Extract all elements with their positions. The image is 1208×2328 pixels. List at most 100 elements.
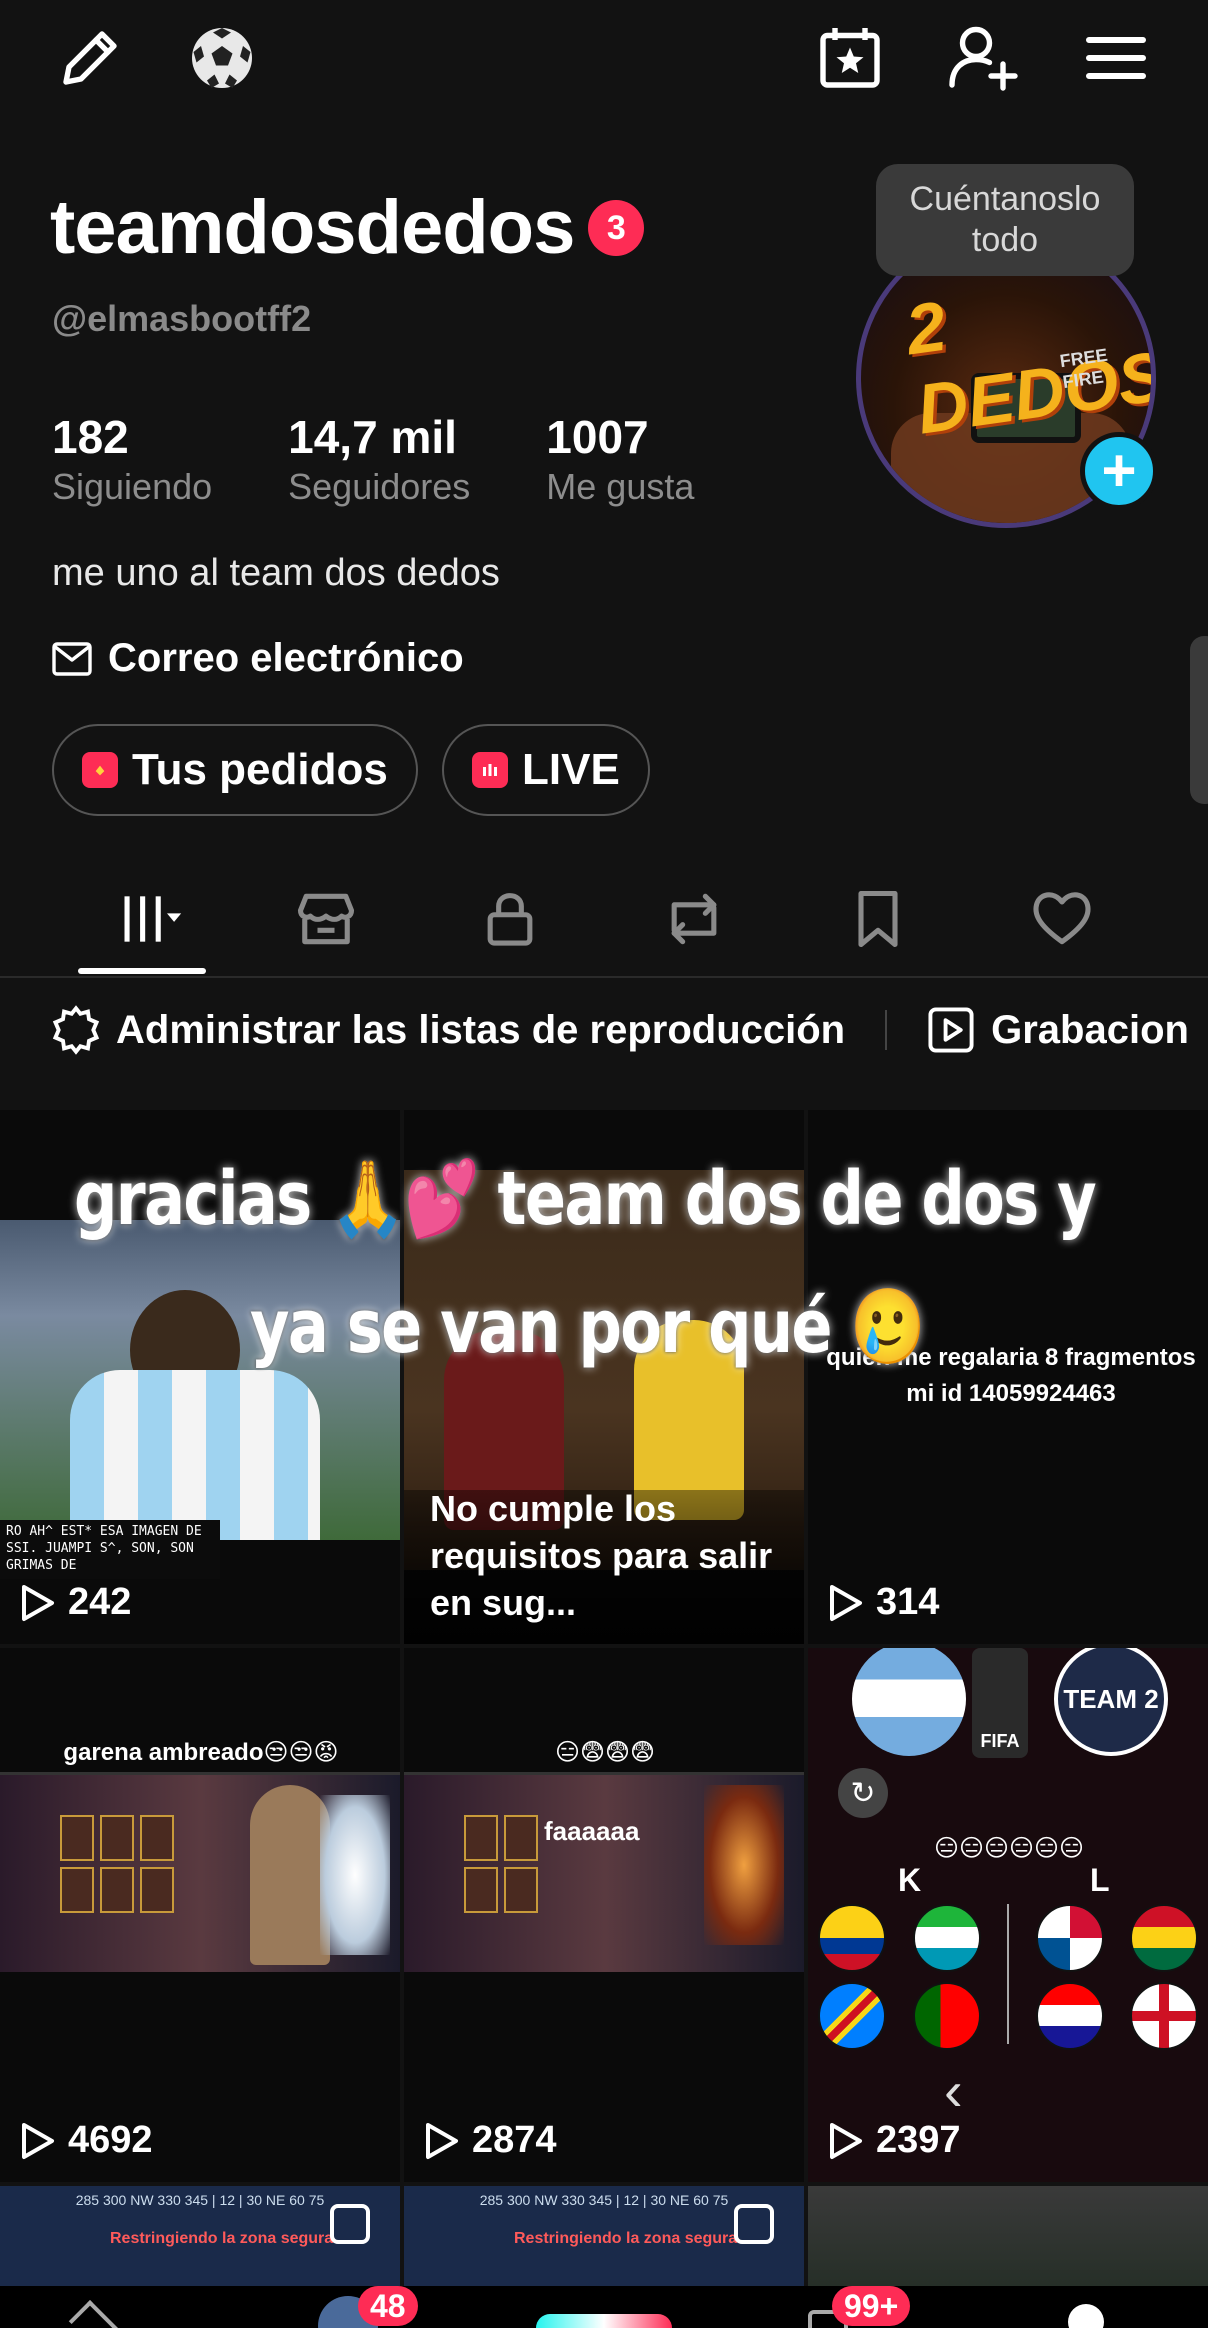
- play-icon: [22, 2122, 54, 2159]
- shop-icon: [297, 893, 355, 945]
- shopping-bag-icon: [82, 752, 118, 788]
- live-button[interactable]: LIVE: [442, 724, 650, 816]
- email-icon: [52, 641, 92, 676]
- croatia-flag: [1035, 1982, 1104, 2050]
- profile-stats: 182 Siguiendo 14,7 mil Seguidores 1007 M…: [52, 412, 770, 508]
- reposts-tab[interactable]: [644, 874, 744, 964]
- side-drawer-handle[interactable]: [1190, 636, 1208, 804]
- overlay-caption-line1: gracias 🙏💕 team dos de dos y: [74, 1156, 1097, 1242]
- bookmark-icon: [858, 890, 898, 948]
- multi-clip-icon: [330, 2204, 370, 2244]
- stat-value: 1007: [546, 411, 649, 463]
- bio-text[interactable]: me uno al team dos dedos: [52, 552, 500, 595]
- inbox-badge: 99+: [832, 2286, 911, 2326]
- grid-icon: [124, 896, 182, 942]
- email-link[interactable]: Correo electrónico: [52, 636, 464, 681]
- create-button[interactable]: [536, 2314, 672, 2328]
- soccer-ball-icon[interactable]: [182, 18, 262, 98]
- thumbnail-image: RO AH^ EST* ESA IMAGEN DE SSI. JUAMPI S^…: [0, 1220, 400, 1579]
- game-item: [100, 1867, 134, 1913]
- multi-clip-icon: [734, 2204, 774, 2244]
- emoji-row: 😑😑😑😑😑😑: [933, 1835, 1085, 1862]
- stat-following[interactable]: 182 Siguiendo: [52, 412, 212, 508]
- add-friend-icon[interactable]: [942, 18, 1022, 98]
- dr-congo-flag: [818, 1982, 886, 2050]
- argentina-flag: [852, 1648, 966, 1756]
- colombia-flag: [818, 1904, 886, 1972]
- calendar-star-icon[interactable]: [810, 18, 890, 98]
- stat-label: Seguidores: [288, 465, 471, 507]
- england-flag: [1130, 1982, 1198, 2050]
- video-thumbnail[interactable]: FIFA TEAM 2 ↻ 😑😑😑😑😑😑 K L ‹ 2397: [808, 1648, 1208, 2182]
- panama-flag: [1035, 1904, 1104, 1972]
- video-thumbnail[interactable]: garena ambreado😒😒😡 4692: [0, 1648, 400, 2182]
- game-item: [60, 1867, 94, 1913]
- repost-icon: [671, 893, 717, 945]
- edit-icon[interactable]: [50, 18, 130, 98]
- view-count: 314: [828, 1581, 939, 1624]
- view-count-value: 2874: [472, 2119, 557, 2161]
- group-right-label: L: [1090, 1862, 1110, 1898]
- menu-icon[interactable]: [1076, 18, 1156, 98]
- view-count: 2397: [828, 2119, 961, 2162]
- friends-badge: 48: [358, 2286, 418, 2326]
- bio-tooltip[interactable]: Cuéntanoslo todo: [876, 164, 1134, 276]
- shop-tab[interactable]: [276, 874, 376, 964]
- replay-icon[interactable]: ↻: [838, 1768, 888, 1818]
- game-dialog-text: faaaaaa: [544, 1816, 640, 1846]
- view-count-value: 4692: [68, 2119, 153, 2161]
- divider: [885, 1010, 888, 1050]
- thumbnail-image: [0, 1772, 400, 1972]
- ghana-flag: [1130, 1904, 1198, 1972]
- view-count: 4692: [20, 2119, 153, 2162]
- orders-button[interactable]: Tus pedidos: [52, 724, 418, 816]
- favorites-tab[interactable]: [828, 874, 928, 964]
- game-item: [100, 1815, 134, 1861]
- add-story-button[interactable]: +: [1080, 432, 1158, 510]
- liked-tab[interactable]: [1012, 874, 1112, 964]
- game-item: [504, 1815, 538, 1861]
- stat-value: 14,7 mil: [288, 411, 457, 463]
- stat-label: Me gusta: [546, 465, 695, 507]
- lock-icon: [487, 893, 533, 946]
- thumbnail-caption: RO AH^ EST* ESA IMAGEN DE SSI. JUAMPI S^…: [0, 1520, 220, 1579]
- group-left-label: K: [898, 1862, 922, 1898]
- thumbnail-caption: Restringiendo la zona segura: [514, 2230, 738, 2247]
- top-bar: [0, 0, 1208, 120]
- active-tab-indicator: [78, 968, 206, 974]
- notification-badge[interactable]: 3: [588, 200, 645, 256]
- view-count: 2874: [424, 2119, 557, 2162]
- glow-graphic: [320, 1795, 390, 1955]
- view-count-value: 314: [876, 1581, 940, 1623]
- game-item: [504, 1867, 538, 1913]
- game-item: [140, 1867, 174, 1913]
- play-square-icon: [928, 1007, 974, 1053]
- stat-followers[interactable]: 14,7 mil Seguidores: [288, 412, 470, 508]
- stat-likes[interactable]: 1007 Me gusta: [546, 412, 694, 508]
- chevron-left-icon[interactable]: ‹: [944, 2058, 963, 2123]
- uzbekistan-flag: [912, 1904, 981, 1972]
- home-icon[interactable]: [68, 2300, 133, 2328]
- thumbnail-caption: Restringiendo la zona segura: [110, 2230, 334, 2247]
- gear-icon: [52, 1005, 100, 1055]
- heart-icon: [1033, 892, 1091, 945]
- game-item: [60, 1815, 94, 1861]
- game-item: [464, 1867, 498, 1913]
- video-thumbnail[interactable]: 😑😨😨😨 faaaaaa 2874: [404, 1648, 804, 2182]
- private-tab[interactable]: [460, 874, 560, 964]
- overlay-caption-line2: ya se van por qué 🥲: [250, 1284, 926, 1370]
- thumbnail-image: [404, 1772, 804, 1972]
- playlist-bar: Administrar las listas de reproducción G…: [0, 980, 1208, 1080]
- thumbnail-caption: garena ambreado😒😒😡: [63, 1739, 339, 1766]
- thumbnail-caption: 😑😨😨😨: [554, 1739, 656, 1766]
- flag-row: [818, 1982, 1198, 2050]
- username-row: teamdosdedos 3: [50, 190, 645, 266]
- manage-playlists-button[interactable]: Administrar las listas de reproducción: [50, 1004, 845, 1056]
- play-icon: [830, 1584, 862, 1621]
- bottom-nav: 48 99+: [0, 2286, 1208, 2328]
- videos-tab[interactable]: [100, 874, 200, 964]
- profile-icon[interactable]: [1068, 2304, 1104, 2328]
- recordings-button[interactable]: Grabacion: [925, 1004, 1189, 1056]
- profile-tabs: [0, 864, 1208, 978]
- manage-playlists-label: Administrar las listas de reproducción: [116, 1007, 846, 1052]
